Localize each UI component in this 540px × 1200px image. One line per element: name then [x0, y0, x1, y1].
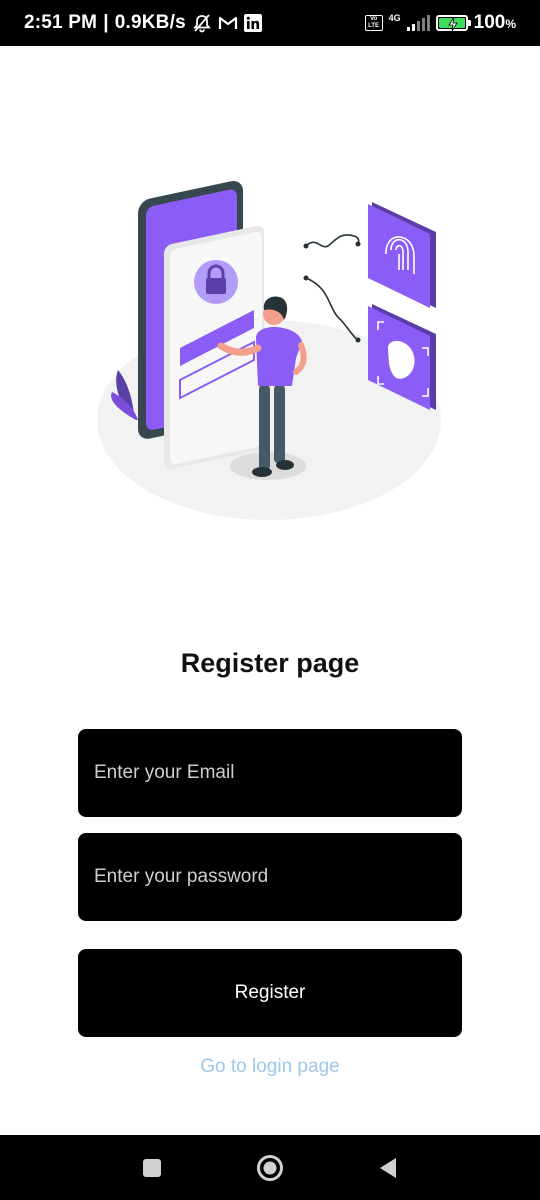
- status-left: 2:51 PM | 0.9KB/s: [24, 0, 262, 46]
- status-time: 2:51 PM: [24, 12, 98, 33]
- status-separator: |: [103, 12, 109, 33]
- home-circle-icon[interactable]: [240, 1135, 300, 1200]
- linkedin-icon: [243, 14, 262, 32]
- mute-icon: [192, 13, 212, 33]
- security-illustration: [96, 170, 446, 530]
- gmail-icon: [218, 15, 238, 31]
- register-button[interactable]: Register: [78, 949, 462, 1037]
- password-field[interactable]: [78, 833, 462, 921]
- status-right: Vo LTE 4G 100%: [364, 0, 516, 46]
- back-triangle-icon[interactable]: [358, 1135, 418, 1200]
- email-field[interactable]: [78, 729, 462, 817]
- status-speed: 0.9KB/s: [114, 12, 186, 33]
- navigation-bar: [0, 1135, 540, 1200]
- password-input[interactable]: [78, 833, 462, 921]
- status-bar: 2:51 PM | 0.9KB/s Vo LTE 4G 100%: [0, 0, 540, 46]
- page-title: Register page: [180, 648, 360, 678]
- network-type: 4G: [388, 13, 401, 23]
- email-input[interactable]: [78, 729, 462, 817]
- battery-charging-icon: [435, 15, 471, 32]
- recents-square-icon[interactable]: [122, 1135, 182, 1200]
- signal-icon: [406, 15, 430, 31]
- go-to-login-link[interactable]: Go to login page: [0, 1056, 540, 1078]
- battery-level: 100%: [473, 12, 516, 33]
- volte-icon: Vo LTE: [364, 15, 383, 31]
